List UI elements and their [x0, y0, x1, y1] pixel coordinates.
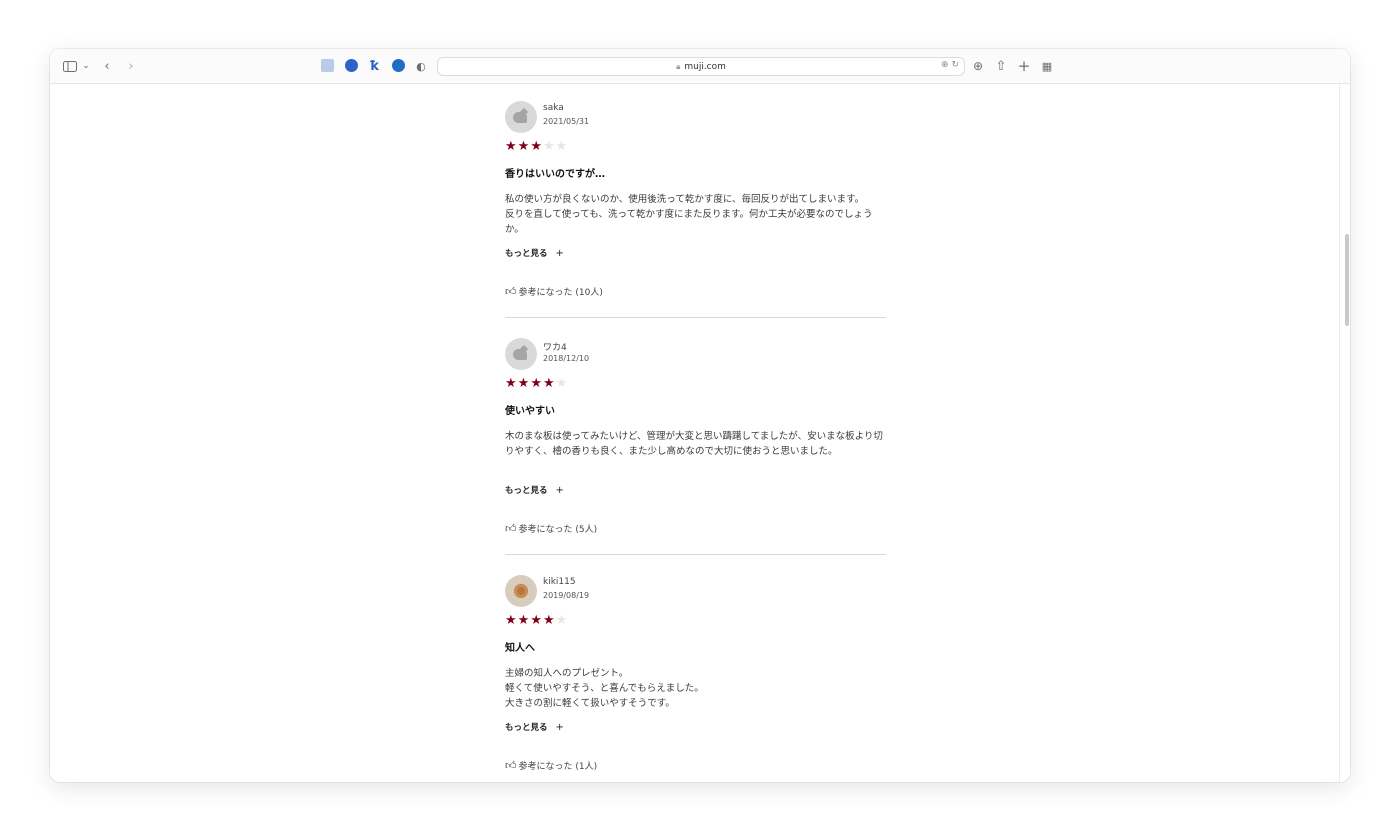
thumbs-up-icon: 👍︎ [505, 759, 517, 772]
review-item: ワカ4 2018/12/10 ★★★★★ 使いやすい 木のまな板は使ってみたいけ… [505, 338, 886, 556]
plus-icon: + [555, 722, 564, 733]
helpful-button[interactable]: 👍︎ 参考になった (10人) [505, 285, 603, 298]
review-body: 木のまな板は使ってみたいけど、管理が大変と思い躊躇してましたが、安いまな板より切… [505, 431, 883, 457]
scrollbar-thumb[interactable] [1345, 234, 1349, 326]
review-title: 知人へ [505, 643, 535, 654]
sidebar-toggle-icon[interactable] [62, 58, 78, 74]
translate-reload-icon[interactable]: ⊕ ↻ [941, 60, 959, 70]
show-more-button[interactable]: もっと見る + [505, 721, 564, 733]
avatar [505, 338, 537, 370]
chevron-down-icon[interactable]: ⌄ [81, 58, 91, 74]
reviewer-name: saka [543, 103, 564, 113]
review-body: 私の使い方が良くないのか、使用後洗って乾かす度に、毎回反りが出てしまいます。 反… [505, 194, 873, 235]
show-more-button[interactable]: もっと見る + [505, 484, 564, 496]
star-icon: ★ [555, 376, 569, 391]
review-title: 使いやすい [505, 406, 555, 417]
review-item: saka 2021/05/31 ★★★★★ 香りはいいのですが… 私の使い方が良… [505, 101, 886, 319]
star-icon: ★ [530, 613, 543, 628]
star-icon: ★ [542, 139, 556, 154]
star-icon: ★ [517, 139, 531, 154]
star-icon: ★ [505, 139, 518, 154]
scrollbar-track[interactable] [1339, 84, 1340, 782]
star-icon: ★ [530, 139, 543, 154]
star-rating: ★★★★★ [505, 376, 568, 391]
plus-icon: + [555, 485, 564, 496]
thumbs-up-icon: 👍︎ [505, 522, 517, 535]
star-rating: ★★★★★ [505, 613, 568, 628]
show-more-button[interactable]: もっと見る + [505, 247, 564, 259]
star-icon: ★ [505, 613, 518, 628]
divider [505, 554, 886, 555]
download-icon[interactable]: ⊕ [971, 58, 985, 74]
avatar [505, 575, 537, 607]
extension-s-icon[interactable] [392, 59, 405, 72]
forward-icon[interactable]: › [125, 58, 137, 74]
extension-reader-icon[interactable] [321, 59, 334, 72]
divider [505, 317, 886, 318]
star-icon: ★ [542, 376, 556, 391]
helpful-button[interactable]: 👍︎ 参考になった (1人) [505, 759, 597, 772]
url-text: muji.com [684, 61, 726, 72]
reviewer-name: ワカ4 [543, 343, 567, 353]
review-title: 香りはいいのですが… [505, 169, 605, 180]
star-icon: ★ [555, 139, 569, 154]
reviewer-name: kiki115 [543, 577, 576, 587]
browser-window: ⌄ ‹ › ꝁ ◐ 🔒︎ muji.com ⊕ ↻ ⊕ ⇧ + ▦ saka 2… [50, 49, 1350, 782]
plus-icon: + [555, 248, 564, 259]
review-date: 2021/05/31 [543, 117, 590, 126]
review-date: 2019/08/19 [543, 591, 590, 600]
review-body: 主婦の知人へのプレゼント。 軽くて使いやすそう、と喜んでもらえました。 大きさの… [505, 668, 704, 709]
new-tab-icon[interactable]: + [1017, 57, 1031, 75]
address-bar[interactable]: 🔒︎ muji.com ⊕ ↻ [437, 57, 965, 76]
review-item: kiki115 2019/08/19 ★★★★★ 知人へ 主婦の知人へのプレゼン… [505, 575, 886, 780]
page-content: saka 2021/05/31 ★★★★★ 香りはいいのですが… 私の使い方が良… [50, 84, 1350, 782]
review-date: 2018/12/10 [543, 354, 590, 363]
star-icon: ★ [505, 376, 518, 391]
extension-hiragana-icon[interactable]: ꝁ [368, 58, 381, 74]
avatar [505, 101, 537, 133]
share-icon[interactable]: ⇧ [994, 58, 1008, 74]
back-icon[interactable]: ‹ [101, 58, 113, 74]
extension-password-icon[interactable] [345, 59, 358, 72]
star-icon: ★ [530, 376, 543, 391]
star-icon: ★ [517, 613, 531, 628]
star-icon: ★ [555, 613, 569, 628]
lock-icon: 🔒︎ [676, 61, 681, 71]
thumbs-up-icon: 👍︎ [505, 285, 517, 298]
privacy-shield-icon[interactable]: ◐ [415, 58, 427, 74]
star-icon: ★ [542, 613, 556, 628]
helpful-button[interactable]: 👍︎ 参考になった (5人) [505, 522, 597, 535]
star-rating: ★★★★★ [505, 139, 568, 154]
star-icon: ★ [517, 376, 531, 391]
tab-overview-icon[interactable]: ▦ [1040, 58, 1054, 74]
browser-toolbar: ⌄ ‹ › ꝁ ◐ 🔒︎ muji.com ⊕ ↻ ⊕ ⇧ + ▦ [50, 49, 1350, 84]
